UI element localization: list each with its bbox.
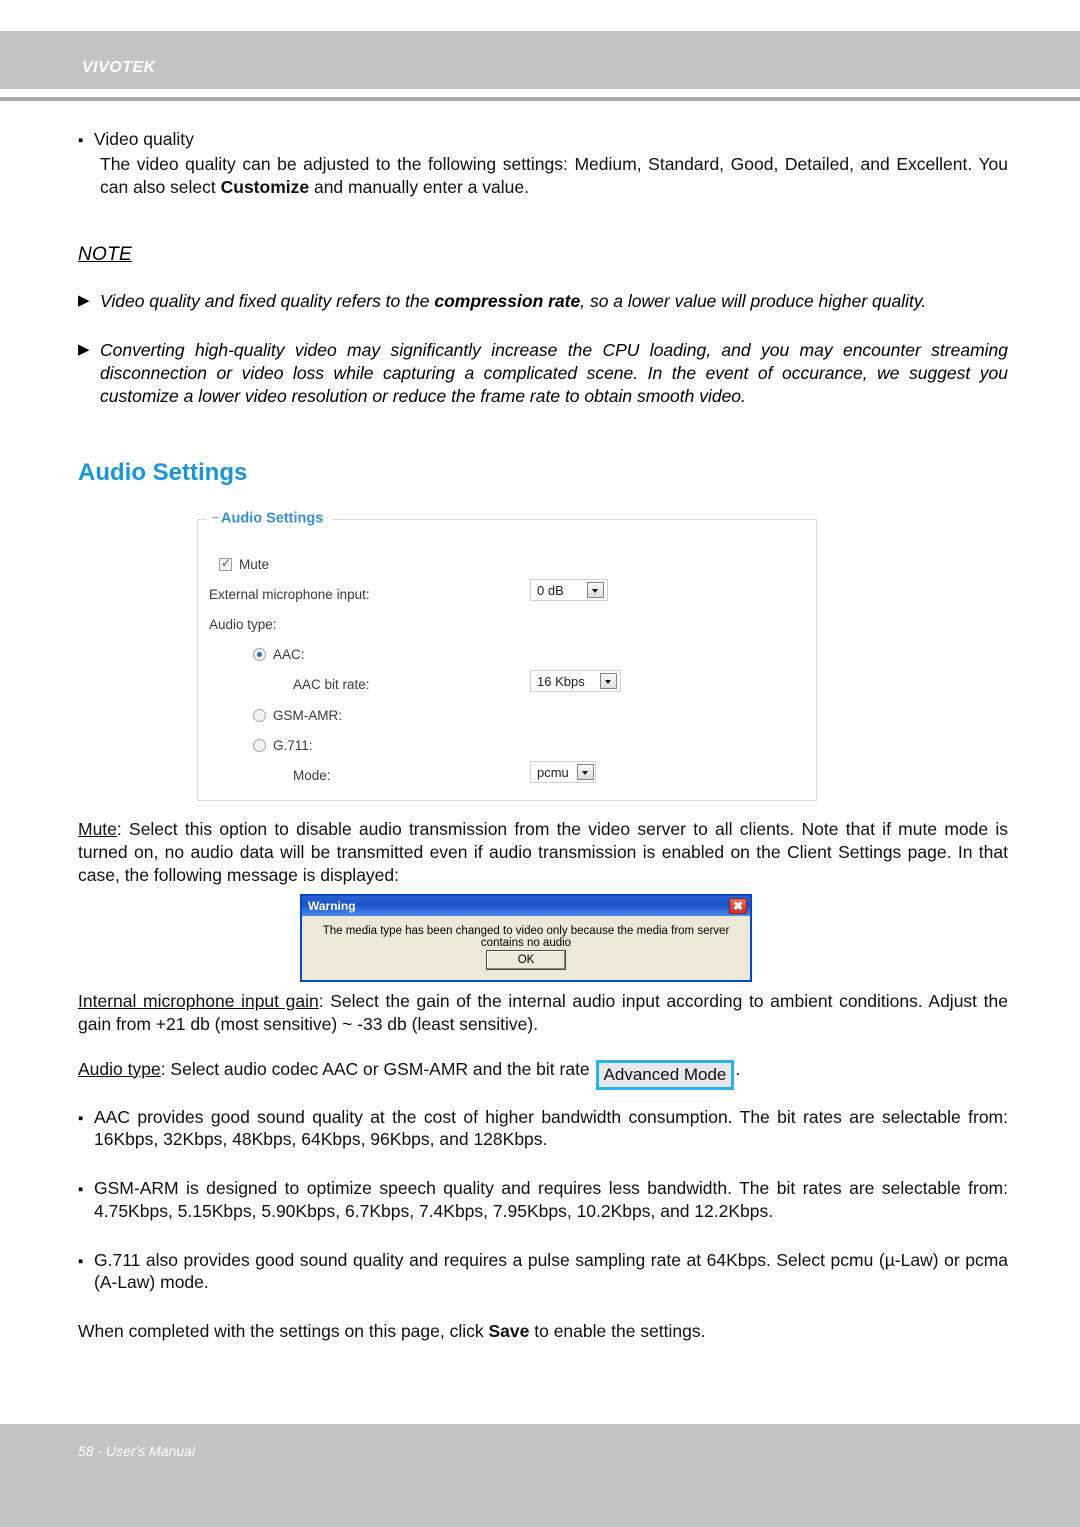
save-keyword: Save <box>488 1321 530 1341</box>
note-text-2: , so a lower value will produce higher q… <box>580 291 927 312</box>
triangle-bullet-icon <box>78 290 100 313</box>
aac-bitrate-label-row: AAC bit rate: <box>293 677 370 692</box>
internal-gain-term: Internal microphone input gain <box>78 991 319 1011</box>
g711-mode-label: Mode: <box>293 768 331 783</box>
aac-bitrate-select-row: 16 Kbps <box>530 670 621 692</box>
g711-mode-label-row: Mode: <box>293 768 331 783</box>
video-quality-text-2: and manually enter a value. <box>309 176 529 197</box>
note-text-1: Video quality and fixed quality refers t… <box>100 291 435 312</box>
aac-radio[interactable] <box>253 648 266 661</box>
mute-description: Mute: Select this option to disable audi… <box>78 818 1008 886</box>
square-bullet-icon <box>78 128 94 151</box>
square-bullet-icon <box>78 1106 94 1152</box>
audio-type-body: : Select audio codec AAC or GSM-AMR and … <box>160 1058 595 1079</box>
gsm-amr-label: GSM-AMR: <box>273 708 342 723</box>
gsm-amr-radio[interactable] <box>253 709 266 722</box>
advanced-mode-badge[interactable]: Advanced Mode <box>595 1059 735 1090</box>
mute-term: Mute <box>78 819 117 839</box>
audio-type-description: Audio type: Select audio codec AAC or GS… <box>78 1058 1008 1090</box>
note-item-text: Converting high-quality video may signif… <box>100 340 1008 406</box>
g711-label: G.711: <box>273 738 313 753</box>
warning-dialog-title: Warning <box>308 899 356 913</box>
internal-gain-description: Internal microphone input gain: Select t… <box>78 990 1008 1036</box>
page-title: Audio Settings <box>78 459 248 487</box>
external-mic-label-row: External microphone input: <box>209 587 370 602</box>
note-title: NOTE <box>78 244 132 266</box>
ok-button[interactable]: OK <box>486 950 566 970</box>
lower-content: Internal microphone input gain: Select t… <box>78 990 1008 1343</box>
gsm-amr-radio-row[interactable]: GSM-AMR: <box>253 708 342 723</box>
video-quality-label: Video quality <box>94 129 194 149</box>
list-item: G.711 also provides good sound quality a… <box>78 1249 1008 1295</box>
audio-settings-body: Mute External microphone input: 0 dB Aud… <box>197 519 817 801</box>
chevron-down-icon[interactable] <box>576 764 594 780</box>
codec-bullet-gsm: GSM-ARM is designed to optimize speech q… <box>94 1178 1008 1221</box>
mute-row: Mute <box>219 556 270 572</box>
codec-bullet-aac: AAC provides good sound quality at the c… <box>94 1106 1008 1150</box>
footer-page-label: 58 - User's Manual <box>78 1443 196 1459</box>
aac-bitrate-value: 16 Kbps <box>537 673 585 689</box>
mute-description-block: Mute: Select this option to disable audi… <box>78 818 1008 886</box>
warning-dialog-titlebar: Warning ✖ <box>302 896 750 916</box>
square-bullet-icon <box>78 1177 94 1223</box>
note-item-text: Video quality and fixed quality refers t… <box>100 290 1008 313</box>
g711-mode-value: pcmu <box>537 764 569 780</box>
mute-label: Mute <box>239 557 270 572</box>
g711-radio-row[interactable]: G.711: <box>253 738 313 753</box>
warning-dialog-message: The media type has been changed to video… <box>322 925 730 949</box>
closing-text-1: When completed with the settings on this… <box>78 1321 489 1341</box>
closing-text-2: to enable the settings. <box>529 1321 706 1341</box>
brand-logo: VIVOTEK <box>82 59 156 76</box>
list-item: Video quality <box>78 128 1008 151</box>
external-mic-select[interactable]: 0 dB <box>530 579 608 601</box>
square-bullet-icon <box>78 1249 94 1295</box>
chevron-down-icon[interactable] <box>600 673 617 689</box>
chevron-down-icon[interactable] <box>587 582 604 598</box>
header-divider <box>0 97 1080 101</box>
mute-checkbox[interactable] <box>219 556 232 571</box>
aac-bitrate-select[interactable]: 16 Kbps <box>530 670 621 692</box>
triangle-bullet-icon <box>78 339 100 407</box>
external-mic-value: 0 dB <box>537 582 564 598</box>
warning-dialog: Warning ✖ The media type has been change… <box>300 894 752 982</box>
audio-type-tail: . <box>735 1058 741 1079</box>
audio-type-label-row: Audio type: <box>209 617 277 632</box>
list-item: GSM-ARM is designed to optimize speech q… <box>78 1177 1008 1223</box>
g711-radio[interactable] <box>253 739 266 752</box>
external-mic-label: External microphone input: <box>209 587 370 602</box>
audio-type-term: Audio type <box>78 1058 161 1079</box>
g711-mode-select[interactable]: pcmu <box>530 761 596 783</box>
note-item: Video quality and fixed quality refers t… <box>78 290 1008 313</box>
external-mic-select-row: 0 dB <box>530 579 608 601</box>
close-icon[interactable]: ✖ <box>729 898 747 914</box>
closing-note: When completed with the settings on this… <box>78 1320 1008 1343</box>
page-footer-bar <box>0 1424 1080 1527</box>
list-item: AAC provides good sound quality at the c… <box>78 1106 1008 1152</box>
note-bold-1: compression rate <box>434 291 581 312</box>
g711-mode-select-row: pcmu <box>530 761 596 783</box>
aac-label: AAC: <box>273 647 305 662</box>
aac-radio-row[interactable]: AAC: <box>253 647 305 662</box>
codec-bullet-g711: G.711 also provides good sound quality a… <box>94 1249 1008 1293</box>
mute-description-body: : Select this option to disable audio tr… <box>78 819 1008 885</box>
page-content: Video quality The video quality can be a… <box>78 128 1008 487</box>
video-quality-body: The video quality can be adjusted to the… <box>100 153 1008 199</box>
note-item: Converting high-quality video may signif… <box>78 339 1008 407</box>
audio-type-label: Audio type: <box>209 617 277 632</box>
customize-keyword: Customize <box>220 176 310 197</box>
page-header-bar <box>0 31 1080 89</box>
aac-bitrate-label: AAC bit rate: <box>293 677 370 692</box>
